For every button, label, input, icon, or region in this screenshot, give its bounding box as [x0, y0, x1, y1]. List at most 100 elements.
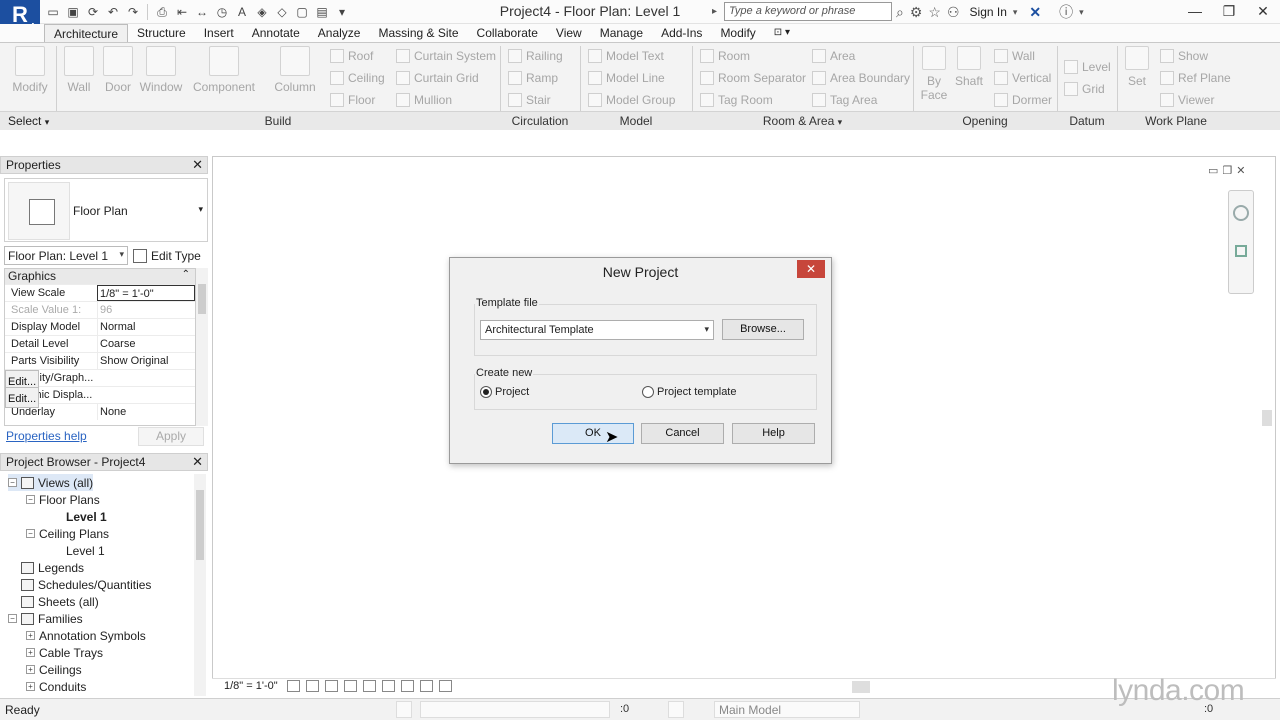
- tree-node-annotation-symbols[interactable]: + Annotation Symbols: [26, 627, 146, 644]
- column-button[interactable]: Column: [270, 46, 320, 94]
- graphic-display-edit-button[interactable]: Edit...: [5, 387, 40, 408]
- close-properties-icon[interactable]: ✕: [192, 157, 203, 173]
- steering-wheel-icon[interactable]: [1233, 205, 1249, 221]
- close-hidden-icon[interactable]: ▤: [313, 3, 331, 21]
- crop-view-icon[interactable]: [363, 680, 376, 692]
- tree-node-sheets[interactable]: Sheets (all): [8, 593, 99, 610]
- ref-plane-button[interactable]: Ref Plane: [1160, 69, 1231, 87]
- view-minimize-icon[interactable]: ▭: [1208, 164, 1218, 177]
- cancel-button[interactable]: Cancel: [641, 423, 724, 444]
- tree-node-ceilings[interactable]: + Ceilings: [26, 661, 82, 678]
- collapse-chevron-icon[interactable]: ⌃: [182, 269, 190, 280]
- viewer-button[interactable]: Viewer: [1160, 91, 1214, 109]
- expand-icon[interactable]: +: [26, 665, 35, 674]
- apply-button[interactable]: Apply: [138, 427, 204, 446]
- minimize-icon[interactable]: —: [1178, 0, 1212, 22]
- favorites-star-icon[interactable]: ☆: [928, 4, 941, 21]
- search-input[interactable]: Type a keyword or phrase: [724, 2, 892, 21]
- curtain-system-button[interactable]: Curtain System: [396, 47, 496, 65]
- window-button[interactable]: Window: [138, 46, 184, 94]
- dimension-icon[interactable]: ↔: [193, 3, 211, 21]
- sign-in-dropdown-icon[interactable]: ▾: [1013, 7, 1018, 18]
- save-icon[interactable]: ▣: [64, 3, 82, 21]
- worksets-icon[interactable]: [396, 701, 412, 718]
- component-button[interactable]: Component: [190, 46, 258, 94]
- room-separator-button[interactable]: Room Separator: [700, 69, 806, 87]
- help-button[interactable]: Help: [732, 423, 815, 444]
- tree-node-legends[interactable]: Legends: [8, 559, 84, 576]
- workset-dropdown[interactable]: [420, 701, 610, 718]
- vertical-scroll-thumb[interactable]: [1262, 410, 1272, 426]
- wall-opening-button[interactable]: Wall: [994, 47, 1035, 65]
- tree-node-floor-plans[interactable]: − Floor Plans: [26, 491, 100, 508]
- tab-manage[interactable]: Manage: [591, 24, 652, 42]
- collapse-icon[interactable]: −: [26, 495, 35, 504]
- horizontal-scroll-thumb[interactable]: [852, 681, 870, 693]
- zoom-icon[interactable]: [1235, 245, 1247, 257]
- collapse-icon[interactable]: −: [8, 614, 17, 623]
- show-work-plane-button[interactable]: Show: [1160, 47, 1208, 65]
- thin-lines-icon[interactable]: ▢: [293, 3, 311, 21]
- view-close-icon[interactable]: ✕: [1236, 164, 1245, 177]
- ramp-button[interactable]: Ramp: [508, 69, 558, 87]
- floor-button[interactable]: Floor: [330, 91, 375, 109]
- tab-annotate[interactable]: Annotate: [243, 24, 309, 42]
- sun-path-icon[interactable]: [325, 680, 338, 692]
- dialog-close-icon[interactable]: ✕: [797, 260, 825, 278]
- area-button[interactable]: Area: [812, 47, 855, 65]
- tree-node-ceiling-plans[interactable]: − Ceiling Plans: [26, 525, 109, 542]
- switch-windows-icon[interactable]: ▾: [333, 3, 351, 21]
- undo-icon[interactable]: ↶: [104, 3, 122, 21]
- view-instance-selector[interactable]: Floor Plan: Level 1 ▾: [4, 246, 128, 265]
- type-selector[interactable]: Floor Plan ▾: [4, 178, 208, 242]
- grid-button[interactable]: Grid: [1064, 80, 1105, 98]
- visual-style-icon[interactable]: [306, 680, 319, 692]
- wall-button[interactable]: Wall: [60, 46, 98, 94]
- tag-area-button[interactable]: Tag Area: [812, 91, 877, 109]
- browse-button[interactable]: Browse...: [722, 319, 804, 340]
- close-window-icon[interactable]: ✕: [1246, 0, 1280, 22]
- view-scale-control[interactable]: 1/8" = 1'-0": [224, 680, 278, 692]
- tab-architecture[interactable]: Architecture: [44, 24, 129, 42]
- tree-node-ceiling-level-1[interactable]: Level 1: [66, 542, 105, 559]
- tab-modify[interactable]: Modify: [711, 24, 764, 42]
- tag-room-button[interactable]: Tag Room: [700, 91, 773, 109]
- view-scale-field[interactable]: 1/8" = 1'-0": [97, 285, 195, 301]
- project-browser-scrollbar[interactable]: [194, 474, 206, 696]
- analytical-model-icon[interactable]: [439, 680, 452, 692]
- mullion-button[interactable]: Mullion: [396, 91, 452, 109]
- room-button[interactable]: Room: [700, 47, 750, 65]
- temporary-hide-icon[interactable]: [401, 680, 414, 692]
- section-icon[interactable]: ◇: [273, 3, 291, 21]
- edit-type-button[interactable]: Edit Type: [133, 246, 201, 265]
- template-dropdown[interactable]: Architectural Template ▾: [480, 320, 714, 340]
- detail-level-icon[interactable]: [287, 680, 300, 692]
- design-options-icon[interactable]: [668, 701, 684, 718]
- set-work-plane-button[interactable]: Set: [1122, 46, 1152, 88]
- measure-icon[interactable]: ⇤: [173, 3, 191, 21]
- open-icon[interactable]: ▭: [44, 3, 62, 21]
- detail-level-field[interactable]: Coarse: [97, 336, 195, 352]
- underlay-field[interactable]: None: [97, 404, 195, 420]
- graphics-section-header[interactable]: Graphics ⌃: [5, 269, 195, 284]
- collapse-icon[interactable]: −: [26, 529, 35, 538]
- tab-insert[interactable]: Insert: [195, 24, 243, 42]
- radio-project[interactable]: Project: [480, 384, 529, 400]
- dormer-button[interactable]: Dormer: [994, 91, 1052, 109]
- collapse-icon[interactable]: −: [8, 478, 17, 487]
- reveal-hidden-icon[interactable]: [420, 680, 433, 692]
- model-line-button[interactable]: Model Line: [588, 69, 665, 87]
- select-panel-dropdown[interactable]: Select ▾: [8, 114, 49, 128]
- redo-icon[interactable]: ↷: [124, 3, 142, 21]
- sync-icon[interactable]: ⟳: [84, 3, 102, 21]
- expand-icon[interactable]: +: [26, 648, 35, 657]
- tree-node-conduits[interactable]: + Conduits: [26, 678, 86, 695]
- door-button[interactable]: Door: [100, 46, 136, 94]
- tab-structure[interactable]: Structure: [128, 24, 195, 42]
- display-model-field[interactable]: Normal: [97, 319, 195, 335]
- user-icon[interactable]: ⚇: [947, 4, 960, 21]
- exchange-x-icon[interactable]: ✕: [1029, 4, 1041, 21]
- scroll-thumb[interactable]: [198, 284, 206, 314]
- tab-collaborate[interactable]: Collaborate: [468, 24, 547, 42]
- print-icon[interactable]: ⎙: [153, 3, 171, 21]
